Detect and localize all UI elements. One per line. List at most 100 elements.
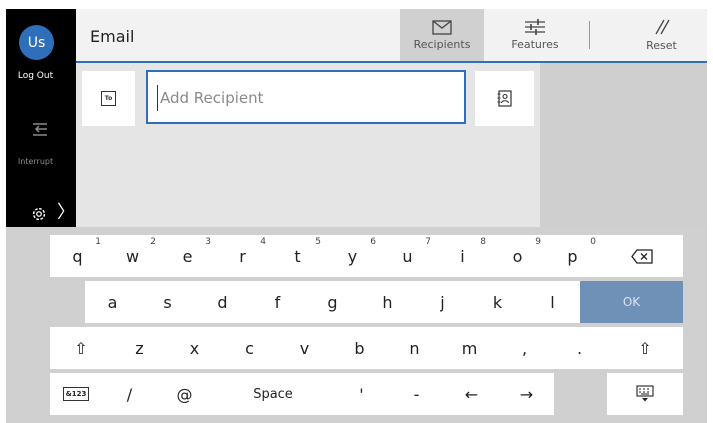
key-n-label: n — [409, 338, 420, 358]
key-f[interactable]: f — [250, 281, 305, 323]
key-u[interactable]: u7 — [380, 235, 435, 277]
chevron-right-icon[interactable]: 〉 — [57, 203, 75, 223]
key-at[interactable]: @ — [157, 373, 212, 415]
key-dash[interactable]: - — [389, 373, 444, 415]
interrupt-label: Interrupt — [17, 157, 54, 166]
key-c[interactable]: c — [222, 327, 277, 369]
key-k[interactable]: k — [470, 281, 525, 323]
key-d[interactable]: d — [195, 281, 250, 323]
key-t-label: t — [294, 246, 301, 266]
key-g[interactable]: g — [305, 281, 360, 323]
tab-reset[interactable]: Reset — [616, 9, 707, 61]
key-b[interactable]: b — [332, 327, 387, 369]
key-m[interactable]: m — [442, 327, 497, 369]
logout-button[interactable]: Log Out — [6, 71, 65, 81]
key-h-label: h — [382, 292, 393, 312]
page-title: Email — [90, 27, 135, 46]
envelope-icon — [432, 19, 452, 35]
key-slash-label: / — [126, 384, 133, 404]
interrupt-icon[interactable] — [30, 118, 50, 138]
key-e-alt: 3 — [205, 237, 211, 247]
space-key[interactable]: Space — [212, 373, 334, 415]
shift-key-right[interactable]: ⇧ — [607, 327, 683, 369]
backspace-icon — [630, 248, 653, 264]
arrow-right-key[interactable]: → — [499, 373, 554, 415]
key-dash-label: - — [413, 384, 420, 404]
space-label: Space — [253, 386, 293, 402]
sidebar: Us Log Out Interrupt 〉 — [6, 9, 76, 227]
key-v[interactable]: v — [277, 327, 332, 369]
key-j[interactable]: j — [415, 281, 470, 323]
key-f-label: f — [274, 292, 281, 312]
key-b-label: b — [354, 338, 365, 358]
key-y-alt: 6 — [370, 237, 376, 247]
key-at-label: @ — [176, 384, 193, 404]
key-period-label: . — [576, 338, 583, 358]
tab-recipients[interactable]: Recipients — [400, 9, 484, 61]
key-apostrophe[interactable]: ' — [334, 373, 389, 415]
recipient-field[interactable] — [146, 70, 466, 124]
key-q-alt: 1 — [95, 237, 101, 247]
shift-key-left[interactable]: ⇧ — [50, 327, 112, 369]
arrow-right-icon: → — [519, 384, 534, 404]
to-button[interactable]: To — [82, 71, 135, 126]
key-p-alt: 0 — [590, 237, 596, 247]
key-k-label: k — [492, 292, 503, 312]
key-apostrophe-label: ' — [359, 384, 364, 404]
hide-keyboard-key[interactable] — [607, 373, 683, 415]
tab-reset-label: Reset — [646, 39, 677, 52]
tab-features-label: Features — [511, 38, 559, 51]
key-q[interactable]: q1 — [50, 235, 105, 277]
key-w[interactable]: w2 — [105, 235, 160, 277]
user-avatar[interactable]: Us — [19, 25, 54, 60]
key-w-label: w — [125, 246, 140, 266]
key-m-label: m — [461, 338, 478, 358]
key-o-alt: 9 — [535, 237, 541, 247]
header-bar: Email Recipients Features Reset — [76, 9, 707, 63]
key-r-label: r — [239, 246, 246, 266]
right-panel — [540, 63, 707, 227]
gear-icon[interactable] — [30, 205, 48, 223]
recipient-area: To — [76, 63, 707, 227]
key-a[interactable]: a — [85, 281, 140, 323]
key-period[interactable]: . — [552, 327, 607, 369]
key-v-label: v — [299, 338, 310, 358]
key-i-alt: 8 — [480, 237, 486, 247]
key-x[interactable]: x — [167, 327, 222, 369]
key-r[interactable]: r4 — [215, 235, 270, 277]
shift-icon: ⇧ — [638, 338, 652, 358]
key-p[interactable]: p0 — [545, 235, 600, 277]
arrow-left-icon: ← — [464, 384, 479, 404]
key-t-alt: 5 — [315, 237, 321, 247]
key-s[interactable]: s — [140, 281, 195, 323]
symbols-mode-key[interactable]: &123 — [50, 373, 102, 415]
header-divider — [589, 21, 590, 49]
key-z[interactable]: z — [112, 327, 167, 369]
backspace-key[interactable] — [600, 235, 683, 277]
key-c-label: c — [245, 338, 254, 358]
key-z-label: z — [135, 338, 144, 358]
keyboard-hide-icon — [636, 385, 654, 402]
key-i[interactable]: i8 — [435, 235, 490, 277]
key-n[interactable]: n — [387, 327, 442, 369]
key-e[interactable]: e3 — [160, 235, 215, 277]
tab-features[interactable]: Features — [496, 9, 574, 61]
symbols-mode-label: &123 — [62, 387, 90, 401]
ok-button[interactable]: OK — [580, 281, 683, 323]
key-h[interactable]: h — [360, 281, 415, 323]
key-y[interactable]: y6 — [325, 235, 380, 277]
key-l[interactable]: l — [525, 281, 580, 323]
arrow-left-key[interactable]: ← — [444, 373, 499, 415]
key-e-label: e — [182, 246, 193, 266]
key-o[interactable]: o9 — [490, 235, 545, 277]
address-book-button[interactable] — [475, 71, 534, 126]
key-slash[interactable]: / — [102, 373, 157, 415]
key-u-label: u — [402, 246, 413, 266]
app-frame: Us Log Out Interrupt 〉 Email Recipients — [6, 9, 707, 423]
key-j-label: j — [440, 292, 445, 312]
key-comma[interactable]: , — [497, 327, 552, 369]
to-icon: To — [101, 91, 116, 106]
add-recipient-input[interactable] — [158, 82, 452, 114]
key-t[interactable]: t5 — [270, 235, 325, 277]
shift-icon: ⇧ — [74, 338, 88, 358]
